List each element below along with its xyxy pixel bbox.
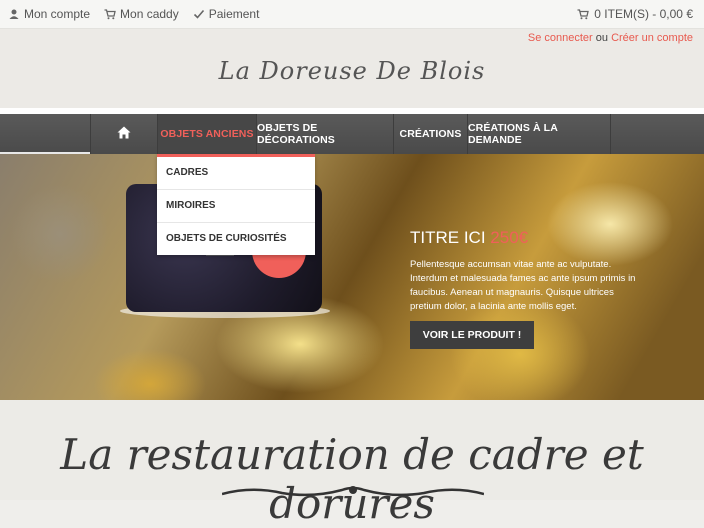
cart-summary[interactable]: 0 ITEM(S) - 0,00 €	[577, 7, 693, 21]
cart-summary-text: 0 ITEM(S) - 0,00 €	[594, 7, 693, 21]
user-icon	[8, 8, 20, 20]
home-icon	[117, 126, 131, 142]
register-link[interactable]: Créer un compte	[611, 32, 693, 44]
nav-objets-anciens[interactable]: Objets anciens	[157, 114, 256, 154]
auth-links: Se connecter ou Créer un compte	[528, 32, 693, 44]
site-logo[interactable]: La Doreuse De Blois	[0, 57, 704, 85]
top-bar: Mon compte Mon caddy Paiement 0 ITEM(S) …	[0, 0, 704, 29]
hero-slider: TITRE ICI 250€ Pellentesque accumsan vit…	[0, 154, 704, 400]
nav-creations[interactable]: Créations	[393, 114, 467, 154]
main-nav: Objets anciens Objets de décorations Cré…	[0, 114, 704, 155]
check-icon	[193, 8, 205, 20]
account-label: Mon compte	[24, 7, 91, 21]
cart-summary-icon	[577, 8, 590, 20]
hero-description: Pellentesque accumsan vitae ante ac vulp…	[410, 259, 636, 312]
nav-home[interactable]	[90, 114, 157, 154]
hero-title-text: TITRE ICI	[410, 228, 486, 247]
dropdown-item-cadres[interactable]: Cadres	[157, 157, 315, 190]
ornament-divider	[221, 484, 485, 498]
hero-title: TITRE ICI 250€	[410, 228, 528, 248]
nav-dropdown: Cadres Miroires Objets de curiosités	[157, 154, 315, 255]
nav-objets-decorations[interactable]: Objets de décorations	[256, 114, 393, 154]
auth-or: ou	[595, 32, 608, 44]
dropdown-item-curiosites[interactable]: Objets de curiosités	[157, 223, 315, 255]
hero-price: 250€	[490, 228, 529, 247]
account-link[interactable]: Mon compte	[8, 7, 90, 21]
login-link[interactable]: Se connecter	[528, 32, 593, 44]
cart-link[interactable]: Mon caddy	[104, 7, 179, 21]
cart-icon	[104, 8, 116, 20]
payment-label: Paiement	[208, 7, 260, 21]
account-links: Mon compte Mon caddy Paiement	[8, 7, 259, 21]
nav-creations-demande[interactable]: Créations à la demande	[467, 114, 611, 154]
cart-label: Mon caddy	[120, 7, 179, 21]
banner-title: La restauration de cadre et dorures	[60, 430, 644, 528]
view-product-button[interactable]: Voir le produit !	[410, 321, 534, 349]
dropdown-item-miroires[interactable]: Miroires	[157, 190, 315, 223]
payment-link[interactable]: Paiement	[193, 7, 260, 21]
